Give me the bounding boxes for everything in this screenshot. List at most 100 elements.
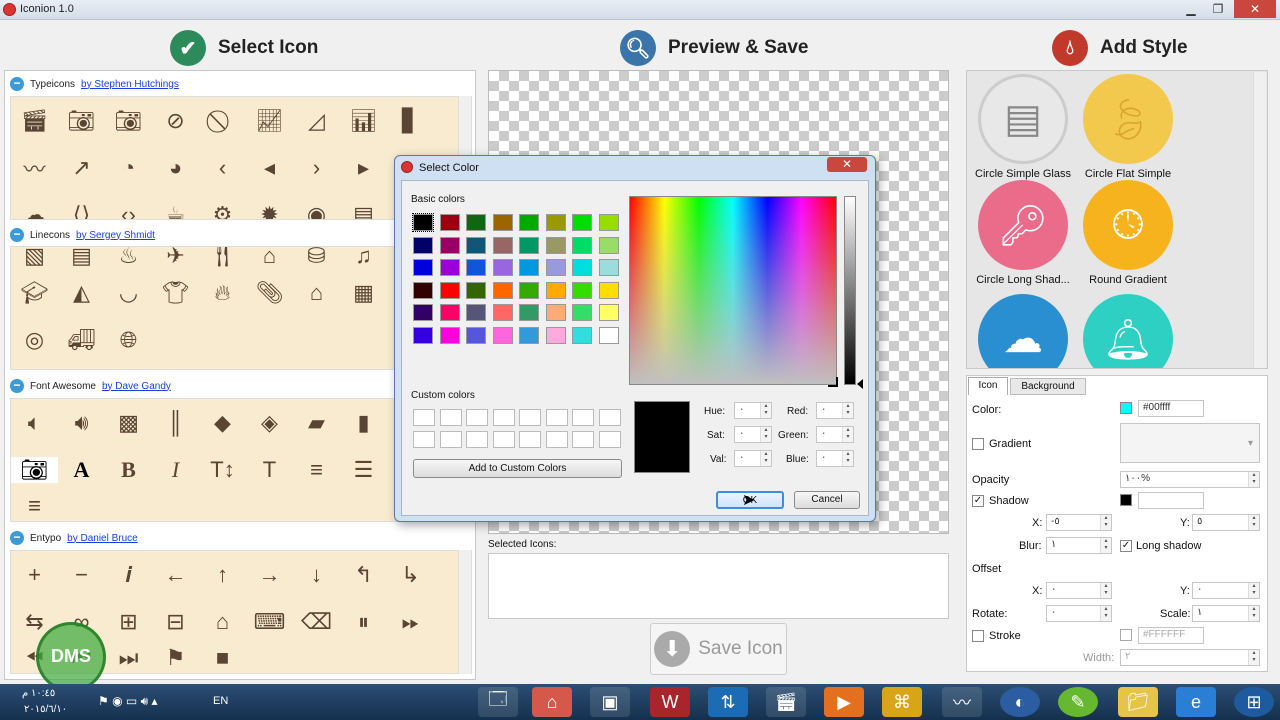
flag-icon[interactable]: ⚑ (152, 645, 199, 671)
fast-forward-icon[interactable]: ⏩︎ (387, 609, 434, 635)
vynil-icon[interactable]: ◎ (11, 327, 58, 353)
contacts-icon[interactable]: ▤ (340, 202, 387, 220)
cog-icon[interactable]: ✹ (246, 202, 293, 220)
library-header[interactable]: − Font Awesome by Dave Gandy (10, 377, 171, 395)
basic-color-swatch[interactable] (413, 304, 433, 321)
sat-input[interactable]: ٠ ▴ ▾ (734, 426, 772, 443)
custom-color-swatch[interactable] (466, 431, 488, 448)
basic-color-swatch[interactable] (519, 259, 539, 276)
basic-color-swatch[interactable] (545, 304, 566, 321)
scrollbar[interactable] (1253, 72, 1266, 368)
basic-color-swatch[interactable] (413, 236, 433, 254)
chart-pie-icon[interactable]: ◕ (152, 155, 199, 181)
green-input[interactable]: ٠ ▴ ▾ (816, 426, 854, 443)
gradient-select[interactable]: ▾ (1120, 423, 1260, 463)
chart-pie-icon[interactable]: ◔ (105, 155, 152, 181)
align-left-icon[interactable]: ≡ (293, 457, 340, 483)
paperplane-icon[interactable]: ✈ (152, 247, 199, 269)
basic-color-swatch[interactable] (412, 213, 434, 232)
long-shadow-checkbox[interactable]: ✓ (1120, 540, 1132, 552)
style-item[interactable]: 🔔︎ (1078, 294, 1178, 368)
cancel-button[interactable]: Cancel (794, 491, 860, 509)
spectrum-cursor[interactable] (828, 377, 838, 387)
basic-color-swatch[interactable] (519, 214, 539, 231)
custom-color-swatch[interactable] (466, 409, 488, 426)
chevron-left-icon[interactable]: ‹ (199, 155, 246, 181)
code-icon[interactable]: ‹› (105, 202, 152, 220)
tray-icons[interactable]: ⚑ ◉ ▭ 🔊︎ ▴ (98, 694, 158, 709)
basic-color-swatch[interactable] (519, 326, 539, 344)
tag-icon[interactable]: ◆ (199, 410, 246, 436)
collapse-icon[interactable]: − (10, 77, 24, 91)
custom-color-swatch[interactable] (572, 431, 594, 448)
plus-icon[interactable]: + (11, 562, 58, 588)
taskbar-pulse-icon[interactable]: 〰 (942, 687, 982, 717)
stroke-color-value[interactable]: #FFFFFF (1138, 627, 1204, 644)
color-swatch[interactable] (1120, 402, 1132, 414)
world-icon[interactable]: 🌐︎ (105, 327, 152, 353)
camera-icon[interactable]: 📷︎ (58, 108, 105, 134)
minimize-button[interactable]: ▁ (1178, 0, 1204, 18)
library-header[interactable]: − Entypo by Daniel Bruce (10, 529, 138, 547)
basic-color-swatch[interactable] (545, 236, 566, 254)
blue-input[interactable]: ٠ ▴ ▾ (816, 450, 854, 467)
chevron-right-icon[interactable]: ▸ (340, 155, 387, 181)
volume-down-icon[interactable]: 🔈︎ (11, 410, 58, 436)
basic-color-swatch[interactable] (598, 304, 619, 321)
database-icon[interactable]: ⛁ (293, 247, 340, 269)
luminance-arrow-icon[interactable] (857, 379, 863, 389)
basic-color-swatch[interactable] (439, 304, 460, 321)
author-link[interactable]: by Stephen Hutchings (81, 79, 179, 90)
custom-color-swatch[interactable] (598, 409, 621, 426)
minus-squared-icon[interactable]: ⊟ (152, 609, 199, 635)
basic-color-swatch[interactable] (572, 326, 592, 344)
start-button[interactable]: ⊞ (1234, 687, 1274, 717)
basic-color-swatch[interactable] (598, 259, 619, 276)
basic-color-swatch[interactable] (572, 214, 592, 231)
basic-color-swatch[interactable] (466, 326, 486, 344)
scale-input[interactable]: ١ ▴ ▾ (1192, 605, 1260, 622)
style-item[interactable]: 🔑︎ Circle Long Shad... (973, 180, 1073, 286)
fire-icon[interactable]: 🔥︎ (199, 280, 246, 306)
width-input[interactable]: ٢ ▴ ▾ (1120, 649, 1260, 666)
pause-icon[interactable]: ⏸︎ (340, 609, 387, 635)
language-indicator[interactable]: EN (213, 695, 228, 707)
basic-color-swatch[interactable] (439, 259, 460, 276)
basic-color-swatch[interactable] (413, 281, 433, 299)
graduation-icon[interactable]: 🎓︎ (11, 280, 58, 306)
align-justify-icon[interactable]: ≡ (11, 493, 58, 519)
down-arrow-icon[interactable]: ↓ (293, 562, 340, 588)
basic-color-swatch[interactable] (572, 304, 592, 321)
basic-color-swatch[interactable] (572, 236, 592, 254)
italic-icon[interactable]: I (152, 457, 199, 483)
shadow-checkbox[interactable]: ✓ (972, 495, 984, 507)
stroke-checkbox[interactable] (972, 630, 984, 642)
basic-color-swatch[interactable] (413, 326, 433, 344)
basic-color-swatch[interactable] (492, 214, 513, 231)
calendar-icon[interactable]: ▦ (340, 280, 387, 306)
style-item[interactable]: ▤ Circle Simple Glass (973, 74, 1073, 180)
taskbar-app-icon[interactable]: ✎ (1058, 687, 1098, 717)
basic-color-swatch[interactable] (466, 214, 486, 231)
pizza-icon[interactable]: ◭ (58, 280, 105, 306)
up-arrow-icon[interactable]: ↑ (199, 562, 246, 588)
basic-color-swatch[interactable] (466, 236, 486, 254)
tab-background[interactable]: Background (1010, 378, 1086, 395)
taskbar-home-icon[interactable]: ⌂ (532, 687, 572, 717)
maximize-button[interactable]: ❐ (1205, 0, 1231, 18)
gradient-checkbox[interactable] (972, 438, 984, 450)
basic-color-swatch[interactable] (598, 281, 619, 299)
chevron-right-icon[interactable]: › (293, 155, 340, 181)
basic-color-swatch[interactable] (519, 281, 539, 299)
custom-color-swatch[interactable] (519, 431, 541, 448)
tshirt-icon[interactable]: 👕︎ (152, 280, 199, 306)
basic-color-swatch[interactable] (519, 236, 539, 254)
basic-color-swatch[interactable] (492, 259, 513, 276)
chart-line-icon[interactable]: 📈︎ (246, 108, 293, 134)
custom-color-swatch[interactable] (492, 431, 515, 448)
close-button[interactable]: ✕ (1234, 0, 1276, 18)
basic-color-swatch[interactable] (545, 281, 566, 299)
stop-icon[interactable]: ■ (199, 645, 246, 671)
cancel-icon[interactable]: ⊘ (152, 108, 199, 134)
red-input[interactable]: ٠ ▴ ▾ (816, 402, 854, 419)
